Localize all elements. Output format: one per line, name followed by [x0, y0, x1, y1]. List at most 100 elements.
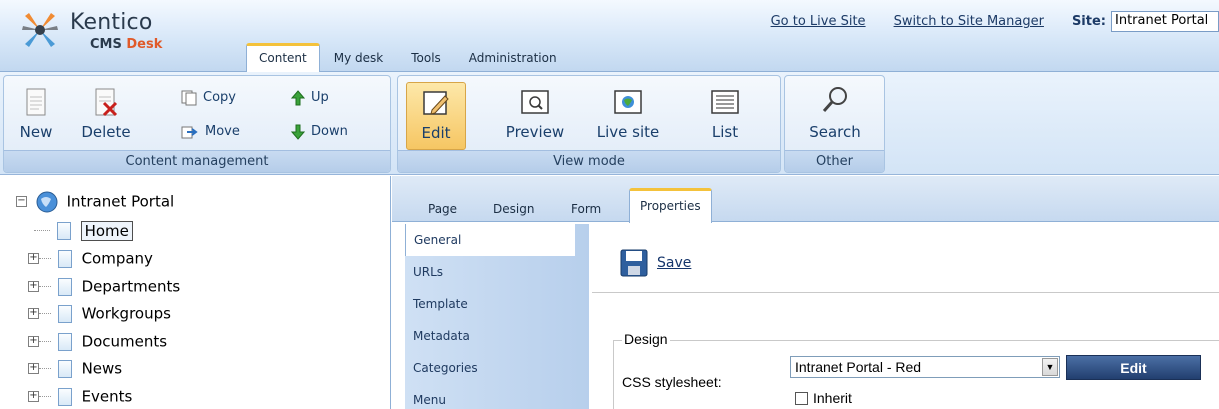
up-button[interactable]: Up	[291, 86, 329, 110]
search-icon	[822, 87, 847, 112]
switch-to-site-manager-link[interactable]: Switch to Site Manager	[894, 14, 1044, 29]
new-button[interactable]: New	[14, 82, 58, 150]
tree-item-label: Events	[81, 387, 133, 406]
tree-item-documents[interactable]: + Documents	[28, 329, 167, 353]
live-site-button[interactable]: Live site	[586, 82, 670, 150]
sidenav-menu[interactable]: Menu	[405, 384, 589, 409]
up-label: Up	[311, 90, 329, 105]
logo-title: Kentico	[70, 10, 153, 35]
tab-administration[interactable]: Administration	[455, 46, 571, 72]
main-tabs: Content My desk Tools Administration	[246, 43, 571, 73]
site-label: Site:	[1071, 14, 1106, 29]
sidenav-template[interactable]: Template	[405, 288, 589, 320]
subtab-page[interactable]: Page	[428, 196, 457, 222]
logo-subtitle-desk: Desk	[126, 37, 163, 52]
preview-label: Preview	[505, 123, 565, 141]
kentico-logo: Kentico CMS Desk	[0, 0, 240, 72]
tree-item-company[interactable]: + Company	[28, 246, 153, 270]
tab-my-desk[interactable]: My desk	[320, 46, 397, 72]
sidenav-urls[interactable]: URLs	[405, 256, 589, 288]
properties-sidenav: General URLs Template Metadata Categorie…	[405, 224, 589, 409]
arrow-up-icon	[291, 89, 305, 105]
move-icon	[181, 126, 198, 138]
subtabs-bar: Page Design Form Properties	[392, 176, 1219, 223]
list-button[interactable]: List	[700, 82, 750, 150]
sidenav-categories[interactable]: Categories	[405, 352, 589, 384]
collapse-icon[interactable]: −	[16, 196, 27, 207]
separator	[592, 292, 1219, 293]
page-icon	[57, 304, 72, 323]
chevron-down-icon[interactable]: ▼	[1042, 358, 1058, 376]
edit-view-button[interactable]: Edit	[406, 82, 466, 150]
preview-button[interactable]: Preview	[494, 82, 576, 150]
tree-item-label: Workgroups	[81, 304, 171, 323]
copy-button[interactable]: Copy	[181, 86, 236, 110]
page-icon	[57, 332, 72, 351]
list-icon	[711, 90, 739, 114]
tree-item-workgroups[interactable]: + Workgroups	[28, 301, 171, 325]
subtab-properties[interactable]: Properties	[629, 188, 712, 223]
expand-icon[interactable]: +	[28, 281, 39, 292]
delete-document-icon	[95, 88, 118, 117]
expand-icon[interactable]: +	[28, 308, 39, 319]
view-mode-group: Edit Preview Live site List View mode	[397, 75, 781, 173]
tree-item-label: Departments	[81, 277, 181, 296]
inherit-checkbox[interactable]	[795, 391, 808, 405]
tree-item-label: Home	[80, 220, 133, 241]
expand-icon[interactable]: +	[28, 336, 39, 347]
live-site-label: Live site	[596, 123, 660, 141]
save-action[interactable]: Save	[619, 248, 691, 278]
page-icon	[57, 277, 72, 296]
tab-content[interactable]: Content	[246, 43, 320, 73]
css-stylesheet-select[interactable]: Intranet Portal - Red ▼	[790, 356, 1060, 378]
copy-label: Copy	[203, 90, 236, 105]
tree-item-news[interactable]: + News	[28, 356, 122, 380]
other-label: Other	[785, 150, 884, 172]
search-label: Search	[809, 123, 861, 141]
list-label: List	[711, 123, 739, 141]
tree-item-label: News	[81, 359, 123, 378]
go-to-live-site-link[interactable]: Go to Live Site	[771, 14, 866, 29]
expand-icon[interactable]: +	[28, 363, 39, 374]
subtab-design[interactable]: Design	[493, 196, 534, 222]
globe-icon	[36, 191, 58, 212]
preview-icon	[521, 90, 549, 114]
view-mode-label: View mode	[398, 150, 780, 172]
ribbon-toolbar: New Delete Copy Move Up Down Content man…	[0, 72, 1219, 175]
page-icon	[57, 249, 72, 268]
edit-stylesheet-button[interactable]: Edit	[1066, 355, 1201, 380]
content-management-group: New Delete Copy Move Up Down Content man…	[3, 75, 391, 173]
page-icon	[57, 387, 72, 406]
content-panel: Page Design Form Properties General URLs…	[392, 176, 1219, 409]
move-button[interactable]: Move	[181, 120, 240, 144]
down-button[interactable]: Down	[291, 120, 348, 144]
css-stylesheet-value: Intranet Portal - Red	[795, 359, 922, 375]
tree-root[interactable]: − Intranet Portal	[16, 189, 174, 213]
down-label: Down	[311, 124, 348, 139]
save-icon	[620, 249, 648, 277]
app-header: Kentico CMS Desk Go to Live Site Switch …	[0, 0, 1219, 73]
tab-tools[interactable]: Tools	[397, 46, 455, 72]
edit-icon	[423, 91, 449, 115]
move-label: Move	[205, 124, 240, 139]
delete-label: Delete	[81, 123, 131, 141]
tree-item-label: Company	[81, 249, 153, 268]
tree-item-events[interactable]: + Events	[28, 384, 132, 408]
edit-view-label: Edit	[421, 124, 451, 142]
search-button[interactable]: Search	[800, 82, 870, 150]
inherit-option[interactable]: Inherit	[795, 390, 852, 406]
sidenav-general[interactable]: General	[405, 224, 575, 256]
expand-icon[interactable]: +	[28, 391, 39, 402]
inherit-label: Inherit	[813, 390, 852, 406]
expand-icon[interactable]: +	[28, 253, 39, 264]
globe-window-icon	[614, 90, 642, 114]
delete-button[interactable]: Delete	[76, 82, 136, 150]
subtab-form[interactable]: Form	[571, 196, 601, 222]
site-select[interactable]: Intranet Portal	[1111, 11, 1219, 32]
arrow-down-icon	[291, 124, 305, 140]
top-links: Go to Live Site Switch to Site Manager S…	[771, 11, 1219, 32]
tree-item-departments[interactable]: + Departments	[28, 274, 180, 298]
save-label: Save	[657, 255, 692, 271]
tree-item-home[interactable]: Home	[28, 218, 133, 242]
sidenav-metadata[interactable]: Metadata	[405, 320, 589, 352]
